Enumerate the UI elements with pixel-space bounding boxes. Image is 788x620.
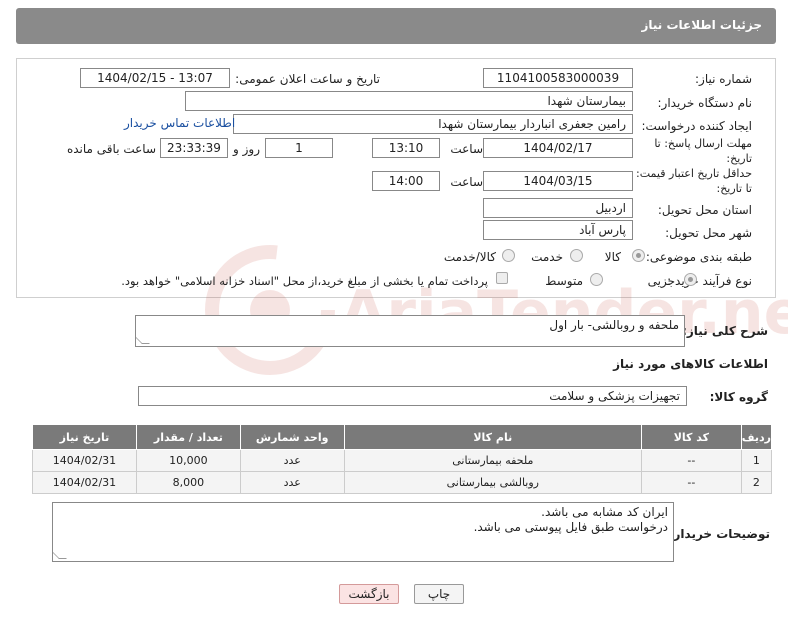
- treasury-note: پرداخت تمام یا بخشی از مبلغ خرید،از محل …: [121, 274, 488, 288]
- cell-name: ملحفه بیمارستانی: [343, 449, 642, 472]
- remaining-time-field[interactable]: 23:33:39: [160, 138, 228, 158]
- category-service-label: خدمت: [531, 250, 563, 264]
- buyer-notes-label: توضیحات خریدار:: [668, 527, 770, 541]
- cell-unit: عدد: [239, 471, 345, 494]
- cell-name: روبالشی بیمارستانی: [343, 471, 642, 494]
- goods-group-field[interactable]: تجهیزات پزشکی و سلامت: [138, 386, 687, 406]
- items-table-wrapper: ردیف کد کالا نام کالا واحد شمارش تعداد /…: [32, 424, 773, 494]
- price-validity-date-field[interactable]: 1404/03/15: [483, 171, 633, 191]
- cell-date: 1404/02/31: [32, 471, 137, 494]
- price-validity-label-date: تا تاریخ:: [716, 182, 752, 195]
- buyer-notes-line: درخواست طبق فایل پیوستی می باشد.: [473, 520, 668, 534]
- description-label: شرح کلی نیاز:: [682, 324, 768, 338]
- goods-group-label: گروه کالا:: [709, 390, 768, 404]
- description-text: ملحفه و روبالشی- بار اول: [549, 318, 679, 332]
- col-header-row: ردیف: [740, 424, 773, 450]
- buyer-notes-textarea[interactable]: ایران کد مشابه می باشد. درخواست طبق فایل…: [52, 502, 674, 562]
- table-row[interactable]: 1 -- ملحفه بیمارستانی عدد 10,000 1404/02…: [32, 449, 773, 472]
- remaining-time-label: ساعت باقی مانده: [66, 142, 156, 156]
- province-field[interactable]: اردبیل: [483, 198, 633, 218]
- cell-date: 1404/02/31: [32, 449, 137, 472]
- reply-deadline-time-field[interactable]: 13:10: [372, 138, 440, 158]
- category-goods-label: کالا: [604, 250, 621, 264]
- cell-row: 1: [740, 449, 773, 472]
- category-service-radio[interactable]: [570, 249, 583, 262]
- announce-datetime-field[interactable]: 1404/02/15 - 13:07: [80, 68, 230, 88]
- cell-row: 2: [740, 471, 773, 494]
- items-table-header: ردیف کد کالا نام کالا واحد شمارش تعداد /…: [32, 424, 773, 450]
- resize-grip-icon[interactable]: [136, 336, 150, 344]
- reply-deadline-label: مهلت ارسال پاسخ: تا: [654, 137, 752, 150]
- cell-unit: عدد: [239, 449, 345, 472]
- back-button[interactable]: بازگشت: [339, 584, 399, 604]
- remaining-days-field[interactable]: 1: [265, 138, 333, 158]
- reply-deadline-label-date: تاریخ:: [726, 152, 752, 165]
- print-button[interactable]: چاپ: [414, 584, 464, 604]
- page-header: جزئیات اطلاعات نیاز: [16, 8, 776, 44]
- city-field[interactable]: پارس آباد: [483, 220, 633, 240]
- col-header-code: کد کالا: [640, 424, 742, 450]
- buyer-notes-line: ایران کد مشابه می باشد.: [541, 505, 668, 519]
- process-minor-radio[interactable]: [684, 273, 697, 286]
- category-goods-radio[interactable]: [632, 249, 645, 262]
- resize-grip-icon[interactable]: [53, 551, 67, 559]
- price-validity-time-field[interactable]: 14:00: [372, 171, 440, 191]
- description-textarea[interactable]: ملحفه و روبالشی- بار اول: [135, 315, 685, 347]
- items-table: ردیف کد کالا نام کالا واحد شمارش تعداد /…: [32, 424, 773, 494]
- category-goods-service-label: کالا/خدمت: [443, 250, 496, 264]
- page-title: جزئیات اطلاعات نیاز: [641, 18, 762, 32]
- city-label: شهر محل تحویل:: [665, 226, 752, 240]
- reply-deadline-date-field[interactable]: 1404/02/17: [483, 138, 633, 158]
- buyer-org-label: نام دستگاه خریدار:: [657, 96, 753, 110]
- requester-label: ایجاد کننده درخواست:: [641, 119, 752, 133]
- need-number-label: شماره نیاز:: [695, 72, 752, 86]
- price-validity-time-label: ساعت: [450, 175, 483, 189]
- category-goods-service-radio[interactable]: [502, 249, 515, 262]
- category-label: طبقه بندی موضوعی:: [645, 250, 752, 264]
- col-header-qty: تعداد / مقدار: [135, 424, 241, 450]
- col-header-date: تاریخ نیاز: [32, 424, 137, 450]
- remaining-days-label: روز و: [233, 142, 260, 156]
- items-section-title: اطلاعات کالاهای مورد نیاز: [613, 357, 768, 371]
- table-row[interactable]: 2 -- روبالشی بیمارستانی عدد 8,000 1404/0…: [32, 471, 773, 494]
- requester-field[interactable]: رامین جعفری انباردار بیمارستان شهدا: [233, 114, 633, 134]
- buyer-contact-link[interactable]: اطلاعات تماس خریدار: [124, 116, 235, 130]
- process-minor-label: جزیی: [647, 274, 675, 288]
- purchase-process-label: نوع فرآیند خرید :: [667, 274, 752, 288]
- price-validity-label: حداقل تاریخ اعتبار قیمت:: [636, 167, 752, 180]
- cell-qty: 8,000: [135, 471, 241, 494]
- col-header-name: نام کالا: [343, 424, 642, 450]
- buyer-org-field[interactable]: بیمارستان شهدا: [185, 91, 633, 111]
- province-label: استان محل تحویل:: [657, 203, 752, 217]
- cell-code: --: [640, 471, 742, 494]
- reply-deadline-time-label: ساعت: [450, 142, 483, 156]
- treasury-checkbox[interactable]: [496, 272, 508, 284]
- process-medium-label: متوسط: [545, 274, 583, 288]
- cell-qty: 10,000: [135, 449, 241, 472]
- cell-code: --: [640, 449, 742, 472]
- process-medium-radio[interactable]: [590, 273, 603, 286]
- col-header-unit: واحد شمارش: [239, 424, 345, 450]
- need-number-field[interactable]: 1104100583000039: [483, 68, 633, 88]
- announce-datetime-label: تاریخ و ساعت اعلان عمومی:: [235, 72, 380, 86]
